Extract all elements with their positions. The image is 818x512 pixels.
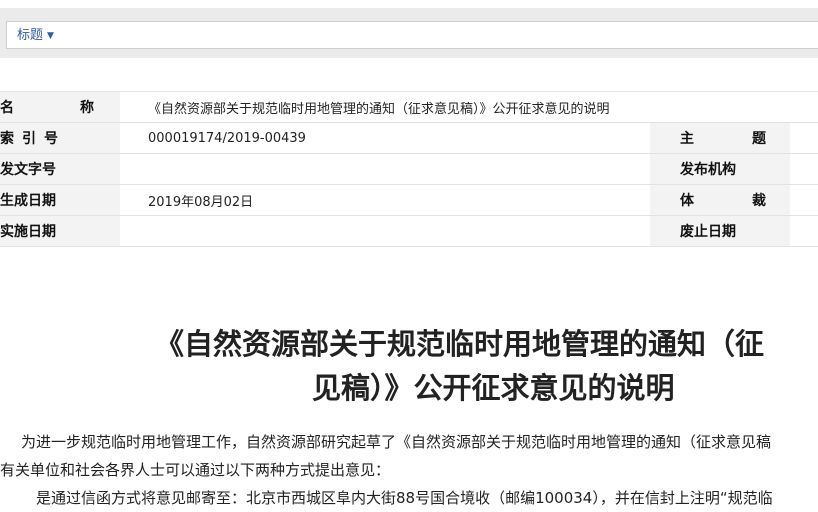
meta-expiry-label: 废止日期 (650, 215, 790, 247)
meta-created-label: 生成日期 (0, 184, 120, 216)
meta-topic-value (790, 122, 818, 154)
meta-name-label: 名 称 (0, 91, 120, 123)
document-meta-table: 名 称 《自然资源部关于规范临时用地管理的通知（征求意见稿）》公开征求意见的说明… (0, 91, 818, 247)
document-title-line1: 《自然资源部关于规范临时用地管理的通知（征 (155, 327, 765, 361)
meta-row-index: 索引号 000019174/2019-00439 主 题 (0, 122, 818, 154)
meta-docno-value (120, 153, 650, 185)
meta-row-created: 生成日期 2019年08月02日 体 裁 (0, 184, 818, 216)
meta-index-label: 索引号 (0, 122, 120, 154)
title-search-field[interactable]: 标题 ▼ (6, 21, 818, 49)
title-dropdown[interactable]: 标题 ▼ (17, 27, 54, 45)
meta-row-docno: 发文字号 发布机构 (0, 153, 818, 185)
meta-topic-label: 主 题 (650, 122, 790, 154)
body-paragraph-2: 有关单位和社会各界人士可以通过以下两种方式提出意见： (0, 461, 391, 479)
meta-row-effective: 实施日期 废止日期 (0, 215, 818, 247)
body-paragraph-3: 是通过信函方式将意见邮寄至：北京市西城区阜内大街88号国合境收（邮编100034… (36, 489, 773, 507)
meta-docno-label: 发文字号 (0, 153, 120, 185)
meta-row-name: 名 称 《自然资源部关于规范临时用地管理的通知（征求意见稿）》公开征求意见的说明 (0, 91, 818, 123)
meta-created-value: 2019年08月02日 (120, 184, 650, 216)
meta-effective-label: 实施日期 (0, 215, 120, 247)
caret-down-icon: ▼ (47, 31, 54, 41)
meta-publisher-value (790, 153, 818, 185)
body-paragraph-1: 为进一步规范临时用地管理工作，自然资源部研究起草了《自然资源部关于规范临时用地管… (21, 433, 772, 451)
meta-effective-value (120, 215, 650, 247)
meta-genre-value (790, 184, 818, 216)
title-dropdown-label: 标题 (17, 28, 44, 43)
meta-index-value: 000019174/2019-00439 (120, 122, 650, 154)
meta-publisher-label: 发布机构 (650, 153, 790, 185)
meta-expiry-value (790, 215, 818, 247)
document-body: 为进一步规范临时用地管理工作，自然资源部研究起草了《自然资源部关于规范临时用地管… (0, 428, 818, 512)
meta-name-value: 《自然资源部关于规范临时用地管理的通知（征求意见稿）》公开征求意见的说明 (120, 91, 818, 123)
meta-genre-label: 体 裁 (650, 184, 790, 216)
document-title-line2: 见稿）》公开征求意见的说明 (312, 371, 675, 405)
